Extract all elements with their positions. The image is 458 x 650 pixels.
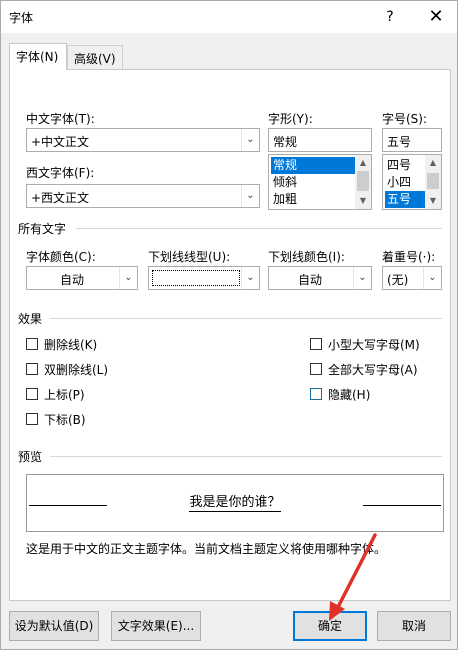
font-color-label: 字体颜色(C):: [26, 250, 96, 264]
underline-style-combo[interactable]: ⌄: [148, 266, 260, 290]
emphasis-combo[interactable]: (无) ⌄: [382, 266, 442, 290]
section-divider: [50, 318, 442, 319]
chevron-down-icon[interactable]: ⌄: [423, 267, 441, 289]
preview-box: 我是是你的谁？: [26, 474, 444, 532]
set-default-button[interactable]: 设为默认值(D): [9, 611, 99, 641]
size-scrollbar[interactable]: ▲ ▼: [425, 155, 441, 209]
font-color-combo[interactable]: 自动 ⌄: [26, 266, 138, 290]
effects-section-label: 效果: [18, 312, 43, 326]
section-divider: [50, 456, 442, 457]
emphasis-label: 着重号(·):: [382, 250, 436, 264]
annotation-arrow-icon: [329, 533, 377, 621]
cancel-button[interactable]: 取消: [377, 611, 451, 641]
style-listbox[interactable]: 常规 倾斜 加粗 ▲ ▼: [268, 154, 372, 210]
list-item[interactable]: 四号: [385, 157, 425, 174]
style-input[interactable]: 常规: [268, 128, 372, 152]
scroll-thumb[interactable]: [427, 173, 439, 189]
chevron-down-icon[interactable]: ⌄: [241, 185, 259, 207]
scroll-thumb[interactable]: [357, 171, 369, 191]
chevron-down-icon[interactable]: ⌄: [241, 267, 259, 289]
cn-font-combo[interactable]: +中文正文 ⌄: [26, 128, 260, 152]
list-item[interactable]: 常规: [271, 157, 355, 174]
scroll-up-icon[interactable]: ▲: [425, 155, 441, 171]
tab-advanced[interactable]: 高级(V): [67, 45, 123, 69]
cn-font-label: 中文字体(T):: [26, 112, 95, 126]
title-bar: 字体 ? ✕: [1, 1, 457, 33]
preview-section-label: 预览: [18, 450, 43, 464]
chevron-down-icon[interactable]: ⌄: [241, 129, 259, 151]
size-listbox[interactable]: 四号 小四 五号 ▲ ▼: [382, 154, 442, 210]
dialog-title: 字体: [9, 11, 34, 25]
size-input[interactable]: 五号: [382, 128, 442, 152]
west-font-label: 西文字体(F):: [26, 166, 95, 180]
list-item[interactable]: 加粗: [271, 191, 355, 208]
section-divider: [76, 228, 442, 229]
preview-sample: 我是是你的谁？: [189, 495, 281, 512]
underline-color-combo[interactable]: 自动 ⌄: [268, 266, 372, 290]
font-tab-panel: 中文字体(T): +中文正文 ⌄ 西文字体(F): +西文正文 ⌄ 字形(Y):…: [9, 69, 451, 601]
chevron-down-icon[interactable]: ⌄: [119, 267, 137, 289]
underline-color-label: 下划线颜色(I):: [268, 250, 345, 264]
chevron-down-icon[interactable]: ⌄: [353, 267, 371, 289]
style-scrollbar[interactable]: ▲ ▼: [355, 155, 371, 209]
list-item[interactable]: 五号: [385, 191, 425, 208]
focus-rect: [152, 270, 240, 286]
underline-style-label: 下划线线型(U):: [148, 250, 231, 264]
font-dialog: 字体 ? ✕ 字体(N) 高级(V) 中文字体(T): +中文正文 ⌄ 西文字体…: [0, 0, 458, 650]
close-icon[interactable]: ✕: [423, 5, 449, 29]
scroll-up-icon[interactable]: ▲: [355, 155, 371, 171]
all-text-section-label: 所有文字: [18, 222, 67, 236]
size-label: 字号(S):: [382, 112, 428, 126]
scroll-down-icon[interactable]: ▼: [355, 193, 371, 209]
style-label: 字形(Y):: [268, 112, 313, 126]
text-effects-button[interactable]: 文字效果(E)...: [111, 611, 201, 641]
tab-font[interactable]: 字体(N): [9, 43, 67, 70]
list-item[interactable]: 倾斜: [271, 174, 355, 191]
west-font-combo[interactable]: +西文正文 ⌄: [26, 184, 260, 208]
list-item[interactable]: 小四: [385, 174, 425, 191]
scroll-down-icon[interactable]: ▼: [425, 193, 441, 209]
help-icon[interactable]: ?: [377, 5, 403, 29]
